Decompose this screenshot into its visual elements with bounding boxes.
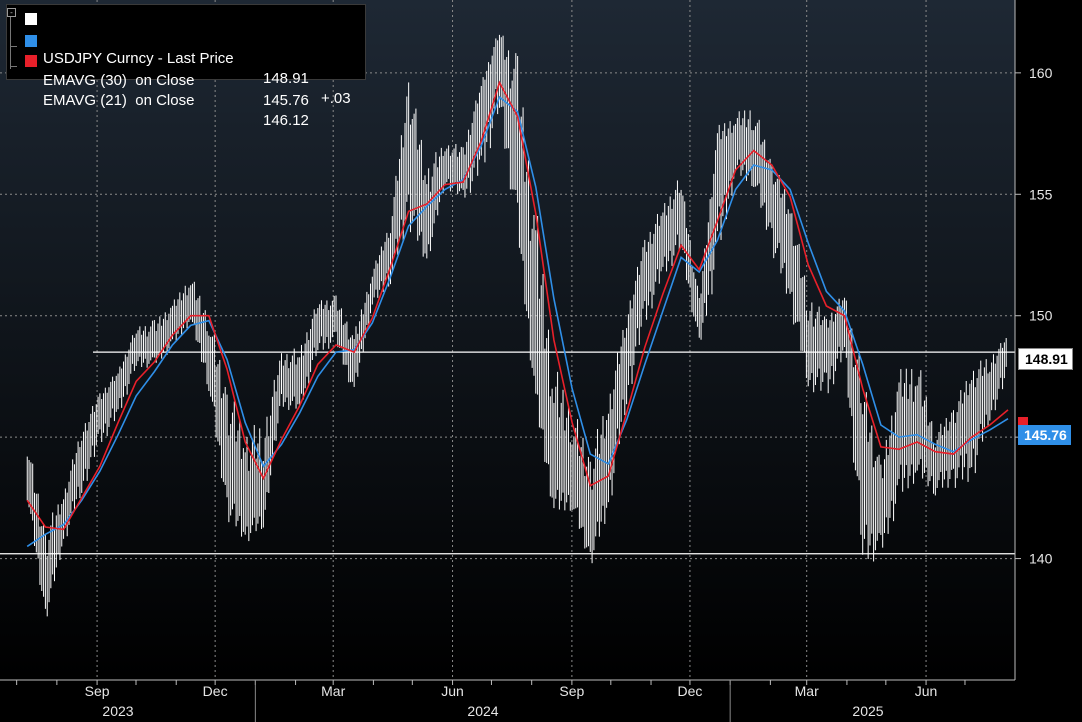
x-tick-label: Sep [559,683,584,699]
price-swatch [25,13,37,25]
y-tick-label: 150 [1029,308,1053,324]
year-label: 2024 [467,703,498,719]
ema21-swatch [25,55,37,67]
x-tick-label: Sep [85,683,110,699]
x-tick-label: Jun [915,683,938,699]
legend-price-change: +.03 [321,90,351,107]
x-tick-label: Jun [441,683,464,699]
legend-price-name: USDJPY Curncy - Last Price [43,50,234,67]
x-axis: Sep Dec Mar Jun Sep Dec Mar Jun 2023 2024 2025 [0,679,1015,722]
legend-ema30-value: 145.76 [263,92,309,109]
price-tag: 148.91 [1018,348,1073,370]
ema30-tag: 145.76 [1018,425,1071,445]
legend: - USDJPY Curncy - Last Price 148.91 +.03… [6,4,366,129]
x-tick-label: Mar [795,683,819,699]
x-tick-label: Dec [677,683,702,699]
legend-ema21-value: 146.12 [263,112,309,129]
collapse-icon[interactable]: - [7,8,16,17]
year-label: 2025 [852,703,883,719]
ema30-swatch [25,35,37,47]
legend-item-ema30[interactable]: EMAVG (30) on Close 145.76 [25,31,309,109]
legend-item-price[interactable]: USDJPY Curncy - Last Price 148.91 +.03 [25,9,351,107]
y-tick-label: 155 [1029,186,1053,202]
y-tick-label: 140 [1029,551,1053,567]
legend-ema21-name: EMAVG (21) on Close [43,92,195,109]
legend-tree: - [7,8,19,69]
legend-item-ema21[interactable]: EMAVG (21) on Close 146.12 [25,51,309,129]
y-tick-label: 160 [1029,65,1053,81]
y-axis: 140145150155160 [1014,0,1053,680]
x-tick-label: Mar [321,683,345,699]
legend-ema30-name: EMAVG (30) on Close [43,72,195,89]
legend-price-value: 148.91 [263,70,309,87]
x-tick-label: Dec [203,683,228,699]
year-label: 2023 [102,703,133,719]
